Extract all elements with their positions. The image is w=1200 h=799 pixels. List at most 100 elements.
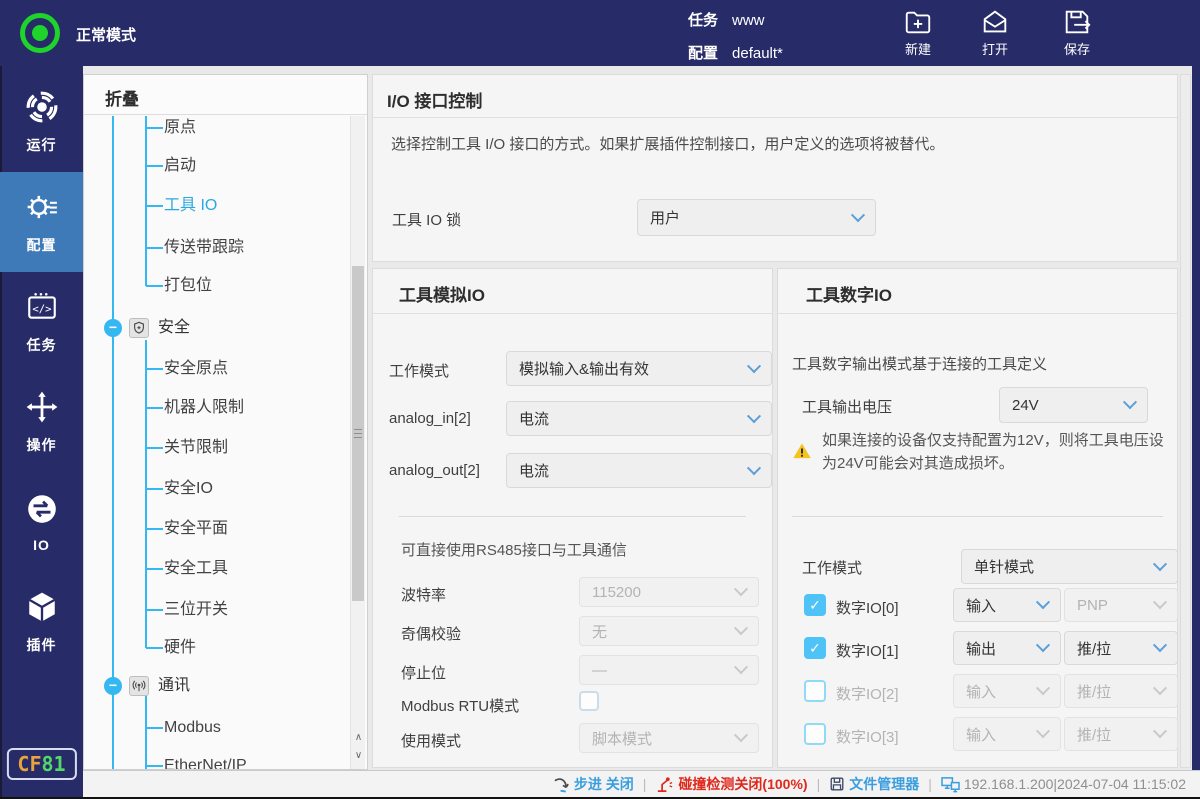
config-value: default* bbox=[732, 45, 783, 62]
collision-detect-toggle[interactable]: 碰撞检测关闭(100%) bbox=[655, 774, 807, 794]
tree-branch bbox=[146, 165, 163, 167]
task-label: 任务 bbox=[688, 12, 718, 29]
chevron-down-icon bbox=[1036, 638, 1050, 652]
tree-item-startup[interactable]: 启动 bbox=[164, 155, 196, 177]
tree-branch bbox=[146, 247, 163, 249]
tree-item-safe-io[interactable]: 安全IO bbox=[164, 478, 213, 500]
separator: | bbox=[643, 776, 647, 792]
modbus-rtu-label: Modbus RTU模式 bbox=[401, 695, 519, 716]
digital-work-mode-select[interactable]: 单针模式 bbox=[961, 549, 1178, 584]
window-edge bbox=[1192, 66, 1200, 770]
tree-item-tool-io[interactable]: 工具 IO bbox=[164, 195, 217, 217]
collapse-node-button[interactable]: − bbox=[104, 319, 122, 337]
file-manager-button[interactable]: 文件管理器 bbox=[829, 774, 919, 794]
top-bar: 正常模式 任务www 配置default* 新建 打开 保存 bbox=[0, 0, 1200, 66]
tree-item-three-switch[interactable]: 三位开关 bbox=[164, 599, 228, 621]
tree-branch bbox=[146, 528, 163, 530]
tool-io-lock-select[interactable]: 用户 bbox=[637, 199, 876, 236]
digital-io-1-direction-select[interactable]: 输出 bbox=[953, 631, 1061, 665]
chevron-down-icon bbox=[1153, 681, 1167, 695]
controller-badge: CF81 bbox=[6, 748, 76, 780]
floppy-disk-icon bbox=[829, 776, 845, 792]
tree-scrollbar-thumb[interactable] bbox=[352, 266, 364, 601]
digital-io-0-direction-select[interactable]: 输入 bbox=[953, 588, 1061, 622]
tree-item-safe-tool[interactable]: 安全工具 bbox=[164, 558, 228, 580]
tree-branch bbox=[146, 609, 163, 611]
tree-item-conveyor[interactable]: 传送带跟踪 bbox=[164, 237, 244, 259]
tree-item-robot-limit[interactable]: 机器人限制 bbox=[164, 397, 244, 419]
scroll-up-button[interactable]: ∧ bbox=[351, 730, 366, 746]
section-title: I/O 接口控制 bbox=[387, 87, 482, 112]
separator: | bbox=[817, 776, 821, 792]
analog-out-select[interactable]: 电流 bbox=[506, 453, 772, 488]
sidebar-item-config[interactable]: 配置 bbox=[0, 172, 83, 272]
sidebar-item-operate[interactable]: 操作 bbox=[0, 372, 83, 472]
tree-item-hardware[interactable]: 硬件 bbox=[164, 637, 196, 659]
digital-io-1-checkbox[interactable]: ✓ bbox=[804, 637, 826, 659]
digital-io-1-type-select[interactable]: 推/拉 bbox=[1064, 631, 1178, 665]
config-label: 配置 bbox=[688, 45, 718, 62]
digital-io-0-checkbox[interactable]: ✓ bbox=[804, 594, 826, 616]
section-title: 工具数字IO bbox=[806, 281, 892, 306]
cube-icon bbox=[25, 590, 59, 629]
selected-value: PNP bbox=[1077, 597, 1108, 614]
stop-bit-label: 停止位 bbox=[401, 662, 446, 683]
collapse-node-button[interactable]: − bbox=[104, 677, 122, 695]
sidebar-item-plugin[interactable]: 插件 bbox=[0, 572, 83, 672]
selected-value: 输出 bbox=[966, 638, 996, 659]
tree-item-safe-home[interactable]: 安全原点 bbox=[164, 358, 228, 380]
analog-work-mode-select[interactable]: 模拟输入&输出有效 bbox=[506, 351, 772, 386]
sidebar-item-label: 任务 bbox=[27, 335, 57, 355]
digital-io-1-label: 数字IO[1] bbox=[836, 640, 899, 661]
config-row: 配置 default* bbox=[688, 42, 783, 63]
save-button[interactable]: 保存 bbox=[1045, 7, 1109, 58]
mode-label: 正常模式 bbox=[76, 24, 136, 45]
tree-branch bbox=[146, 568, 163, 570]
badge-cf: CF bbox=[17, 752, 41, 776]
tree-item-safety[interactable]: 安全 bbox=[158, 317, 190, 339]
tree-item-ethernet-ip[interactable]: EtherNet/IP bbox=[164, 755, 247, 770]
tree-item-safe-plane[interactable]: 安全平面 bbox=[164, 518, 228, 540]
chevron-down-icon bbox=[734, 728, 748, 742]
main-scrollbar[interactable] bbox=[1180, 74, 1191, 768]
tool-io-lock-label: 工具 IO 锁 bbox=[392, 209, 461, 230]
section-description: 选择控制工具 I/O 接口的方式。如果扩展插件控制接口，用户定义的选项将被替代。 bbox=[391, 133, 944, 154]
selected-value: 电流 bbox=[519, 408, 549, 429]
tree-item-joint-limit[interactable]: 关节限制 bbox=[164, 437, 228, 459]
tree-item-communication[interactable]: 通讯 bbox=[158, 675, 190, 697]
move-arrows-icon bbox=[25, 390, 59, 429]
new-button-label: 新建 bbox=[886, 39, 950, 58]
open-button[interactable]: 打开 bbox=[963, 7, 1027, 58]
chevron-down-icon bbox=[1153, 557, 1167, 571]
selected-value: 单针模式 bbox=[974, 556, 1034, 577]
collapse-button[interactable]: 折叠 bbox=[105, 85, 139, 110]
tree-item-modbus[interactable]: Modbus bbox=[164, 717, 221, 739]
modbus-rtu-checkbox[interactable] bbox=[579, 691, 599, 711]
sidebar-item-task[interactable]: </> 任务 bbox=[0, 272, 83, 372]
sidebar-item-io[interactable]: IO bbox=[0, 472, 83, 572]
divider bbox=[373, 117, 1177, 118]
digital-io-2-checkbox[interactable] bbox=[804, 680, 826, 702]
section-title: 工具模拟IO bbox=[399, 281, 485, 306]
open-button-label: 打开 bbox=[963, 39, 1027, 58]
selected-value: 脚本模式 bbox=[592, 728, 652, 749]
tool-analog-io-section: 工具模拟IO 工作模式 模拟输入&输出有效 analog_in[2] 电流 an… bbox=[372, 268, 773, 768]
scroll-down-button[interactable]: ∨ bbox=[351, 748, 366, 764]
digital-io-0-type-select: PNP bbox=[1064, 588, 1178, 622]
sidebar-item-label: 插件 bbox=[27, 635, 57, 655]
digital-io-3-checkbox[interactable] bbox=[804, 723, 826, 745]
analog-in-select[interactable]: 电流 bbox=[506, 401, 772, 436]
selected-value: 推/拉 bbox=[1077, 681, 1111, 702]
chevron-down-icon bbox=[1036, 595, 1050, 609]
tree-branch bbox=[146, 647, 163, 649]
sidebar-item-run[interactable]: 运行 bbox=[0, 72, 83, 172]
tree-item-packing[interactable]: 打包位 bbox=[164, 275, 212, 297]
tree-branch bbox=[146, 205, 163, 207]
chevron-down-icon bbox=[734, 660, 748, 674]
step-mode-toggle[interactable]: 步进 关闭 bbox=[553, 774, 634, 794]
save-file-icon bbox=[1045, 7, 1109, 37]
new-button[interactable]: 新建 bbox=[886, 7, 950, 58]
chevron-down-icon bbox=[851, 208, 865, 222]
tree-item-origin[interactable]: 原点 bbox=[164, 117, 196, 139]
voltage-select[interactable]: 24V bbox=[999, 387, 1148, 423]
